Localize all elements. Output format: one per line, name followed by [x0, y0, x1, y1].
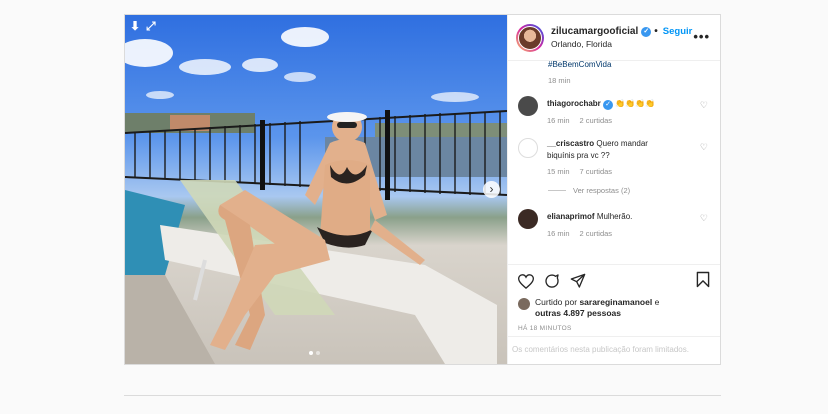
comment-username[interactable]: elianaprimof	[547, 212, 595, 221]
comment-likes[interactable]: 2 curtidas	[580, 116, 613, 125]
comment-text: 👏👏👏👏	[615, 99, 656, 108]
follow-button[interactable]: Seguir	[663, 26, 693, 37]
view-replies-button[interactable]: Ver respostas (2)	[548, 186, 708, 195]
author-username[interactable]: zilucamargooficial	[551, 26, 638, 37]
verified-badge-icon: ✓	[641, 26, 652, 37]
replies-line	[548, 190, 566, 191]
author-avatar[interactable]	[516, 23, 544, 52]
comments-list[interactable]: #BeBemComVida 18 min thiagorochabr ✓ 👏👏👏…	[508, 61, 720, 264]
caption-time: 18 min	[548, 76, 571, 85]
comment-time: 16 min	[547, 229, 570, 238]
instagram-post: ⬇ ⤢ › zilucamargooficial ✓ • Seguir Orla…	[124, 14, 721, 365]
carousel-dot	[316, 351, 320, 355]
comment-likes[interactable]: 2 curtidas	[580, 229, 613, 238]
page-divider	[124, 395, 721, 396]
post-sidebar: zilucamargooficial ✓ • Seguir Orlando, F…	[507, 15, 720, 364]
comment-avatar[interactable]	[518, 138, 538, 158]
share-icon[interactable]	[570, 273, 586, 289]
liker-username[interactable]: sarareginamanoel	[579, 297, 652, 307]
comment-like-heart-icon[interactable]: ♡	[700, 142, 708, 153]
heart-icon[interactable]	[518, 273, 534, 289]
separator-dot: •	[654, 26, 658, 37]
carousel-next-button[interactable]: ›	[483, 181, 500, 198]
liker-avatar[interactable]	[518, 298, 530, 310]
comment-item: thiagorochabr ✓ 👏👏👏👏 16 min 2 curtidas ♡	[518, 96, 708, 125]
carousel-dot-active	[309, 351, 313, 355]
comment-likes[interactable]: 7 curtidas	[580, 167, 613, 176]
comments-limited-notice: Os comentários nesta publicação foram li…	[508, 336, 720, 364]
comment-username[interactable]: thiagorochabr	[547, 99, 601, 108]
post-location[interactable]: Orlando, Florida	[551, 39, 692, 49]
verified-badge-icon: ✓	[603, 100, 614, 110]
likes-prefix: Curtido por	[535, 297, 578, 307]
comment-text: Mulherão.	[596, 212, 633, 221]
post-actions: Curtido por sarareginamanoel e outras 4.…	[508, 264, 720, 364]
comment-icon[interactable]	[544, 273, 560, 289]
likes-connector: e	[654, 297, 660, 307]
comment-avatar[interactable]	[518, 96, 538, 116]
post-photo[interactable]: ⬇ ⤢ ›	[125, 15, 507, 364]
comment-time: 16 min	[547, 116, 570, 125]
carousel-indicator	[309, 351, 320, 355]
bookmark-icon[interactable]	[696, 271, 710, 288]
caption-hashtag[interactable]: #BeBemComVida	[548, 61, 708, 70]
comment-like-heart-icon[interactable]: ♡	[700, 100, 708, 111]
comment-like-heart-icon[interactable]: ♡	[700, 213, 708, 224]
view-replies-label[interactable]: Ver respostas (2)	[573, 186, 630, 195]
expand-icon[interactable]: ⤢	[146, 19, 156, 34]
comment-avatar[interactable]	[518, 209, 538, 229]
likes-summary: Curtido por sarareginamanoel e outras 4.…	[518, 297, 710, 319]
download-icon[interactable]: ⬇	[130, 19, 140, 33]
comment-time: 15 min	[547, 167, 570, 176]
comment-item: __criscastro Quero mandar biquínis pra v…	[518, 138, 708, 176]
post-timestamp[interactable]: HÁ 18 MINUTOS	[518, 325, 710, 332]
comment-username[interactable]: __criscastro	[547, 139, 594, 148]
more-horizontal-icon[interactable]: •••	[693, 29, 710, 44]
photo-illustration	[125, 27, 507, 364]
likes-others-link[interactable]: outras 4.897 pessoas	[535, 308, 621, 318]
comment-item: elianaprimof Mulherão. 16 min 2 curtidas…	[518, 209, 708, 238]
post-header: zilucamargooficial ✓ • Seguir Orlando, F…	[508, 15, 720, 61]
